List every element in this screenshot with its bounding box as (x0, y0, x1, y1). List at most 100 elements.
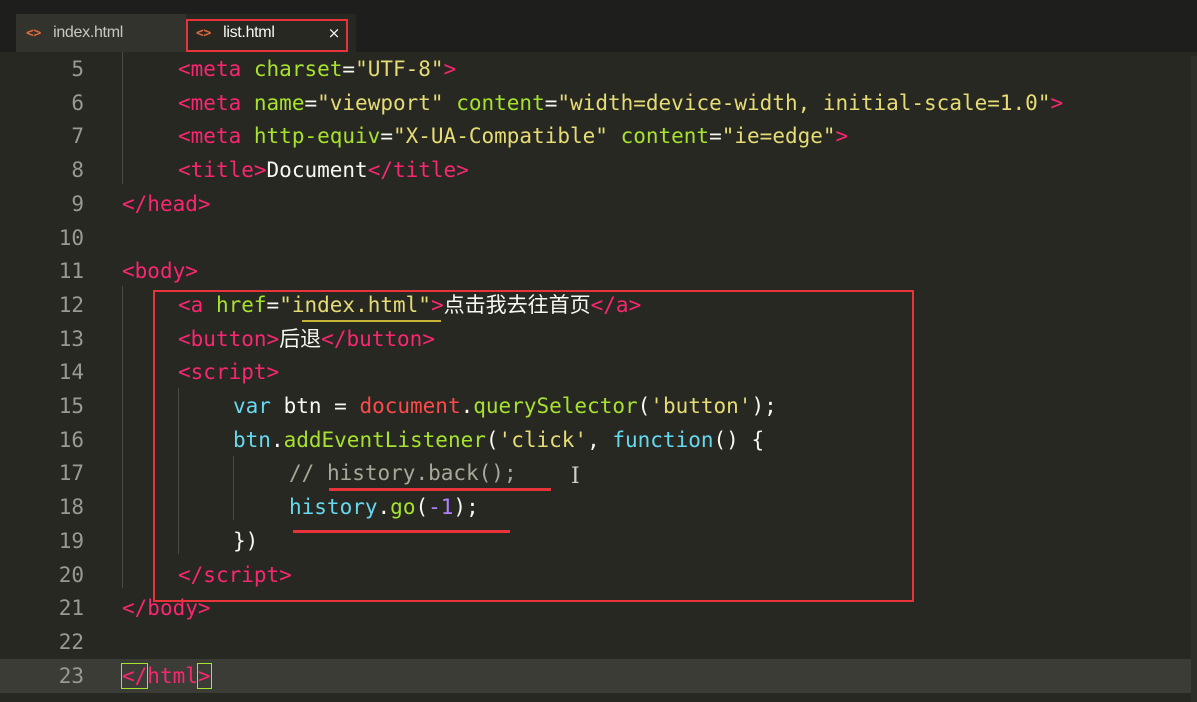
close-icon[interactable]: × (328, 24, 341, 42)
code-line[interactable]: 21 </body> (0, 591, 1197, 625)
code-token: body (134, 259, 186, 284)
code-token: = (544, 90, 558, 115)
code-token: </ (321, 326, 347, 351)
code-token: ); (453, 495, 479, 520)
code-token: > (430, 292, 444, 317)
code-token: > (835, 124, 849, 149)
code-token: < (122, 259, 135, 284)
code-line[interactable]: 14 <script> (0, 355, 1197, 389)
code-line[interactable]: 18 history.go(-1); (0, 490, 1197, 524)
code-token: </ (122, 191, 148, 216)
code-token: > (279, 562, 292, 587)
code-token: body (147, 596, 198, 621)
code-token: ); (751, 394, 777, 418)
line-number: 23 (58, 663, 84, 688)
line-number: 15 (58, 394, 84, 418)
code-token: = (342, 57, 356, 81)
code-text: <meta name="viewport" content="width=dev… (178, 86, 1063, 120)
code-token: > (197, 191, 211, 216)
code-token: = (709, 124, 722, 149)
code-text: }) (233, 524, 258, 558)
tab-label: list.html (223, 24, 275, 41)
code-token: meta (190, 57, 242, 81)
code-token: http-equiv (253, 124, 381, 149)
code-token: "width=device-width, initial-scale=1.0" (557, 90, 1051, 115)
code-token: < (178, 360, 191, 385)
code-token: title (392, 158, 457, 183)
tab-list-html[interactable]: <> list.html × (186, 14, 356, 52)
code-token: ( (415, 495, 429, 520)
code-line[interactable]: 5 <meta charset="UTF-8"> (0, 52, 1197, 86)
code-text: var btn = document.querySelector('button… (233, 389, 777, 423)
code-token: history (289, 495, 378, 520)
text-cursor-icon: I (571, 464, 580, 489)
code-line[interactable]: 11 <body> (0, 254, 1197, 288)
line-number: 20 (58, 562, 84, 587)
line-number: 6 (71, 90, 84, 115)
code-token: > (197, 596, 211, 621)
code-editor[interactable]: 5 <meta charset="UTF-8"> 6 <meta name="view… (0, 52, 1197, 702)
code-line[interactable]: 10 (0, 221, 1197, 255)
code-line[interactable]: 12 <a href="index.html">点击我去往首页</a> (0, 288, 1197, 322)
code-token: title (190, 158, 254, 183)
code-token: < (178, 292, 191, 317)
code-token: charset (253, 57, 343, 81)
code-token: > (196, 662, 212, 689)
code-text: <meta charset="UTF-8"> (178, 52, 456, 86)
code-token: a (615, 292, 629, 317)
code-token: 后退 (279, 326, 322, 351)
code-line[interactable]: 6 <meta name="viewport" content="width=de… (0, 86, 1197, 120)
code-token: = (304, 90, 318, 115)
code-token: = (380, 124, 393, 149)
line-number: 22 (58, 629, 84, 654)
code-token: 点击我去往首页 (443, 292, 591, 317)
code-token: content (456, 90, 545, 115)
code-token: content (620, 124, 710, 149)
line-number: 9 (71, 191, 84, 216)
line-number: 17 (58, 461, 84, 486)
line-number: 14 (58, 360, 84, 385)
scrollbar[interactable] (1191, 56, 1197, 702)
line-number: 18 (58, 495, 84, 520)
code-token: 'click' (498, 427, 588, 452)
tab-index-html[interactable]: <> index.html (16, 14, 186, 52)
code-line[interactable]: 7 <meta http-equiv="X-UA-Compatible" cont… (0, 119, 1197, 153)
code-line[interactable]: 17 // history.back(); (0, 456, 1197, 490)
code-token: > (456, 158, 469, 183)
code-line[interactable]: 23 </html> (0, 658, 1197, 693)
code-token: button (190, 326, 267, 351)
code-token: meta (190, 90, 242, 115)
code-token: > (628, 292, 642, 317)
code-token: "UTF-8" (355, 57, 444, 81)
code-token: }) (233, 528, 259, 553)
line-number: 13 (58, 326, 84, 351)
code-icon: <> (26, 25, 42, 41)
code-line[interactable]: 19}) (0, 524, 1197, 558)
code-token: var (233, 394, 271, 418)
code-token: < (178, 90, 191, 115)
code-line[interactable]: 13 <button>后退</button> (0, 322, 1197, 356)
code-token: , (587, 427, 613, 452)
line-number: 8 (71, 158, 84, 183)
code-token: script (190, 360, 267, 385)
code-text: </script> (178, 558, 292, 592)
code-line[interactable]: 20 </script> (0, 558, 1197, 592)
code-text: <button>后退</button> (178, 322, 435, 356)
code-token: < (178, 124, 191, 149)
code-line[interactable]: 9 </head> (0, 187, 1197, 221)
code-token: go (390, 495, 416, 520)
code-line[interactable]: 16 btn.addEventListener('click', function… (0, 423, 1197, 457)
code-token: < (178, 158, 191, 183)
annotation-underline (329, 488, 551, 491)
code-line[interactable]: 15 var btn = document.querySelector('butt… (0, 389, 1197, 423)
code-line[interactable]: 8 <title>Document</title> (0, 153, 1197, 187)
code-line[interactable]: 22 (0, 625, 1197, 659)
code-token: btn (233, 427, 271, 452)
link-underline (302, 320, 441, 322)
code-token: . (460, 394, 474, 418)
code-text: <body> (122, 254, 198, 288)
code-token: function (612, 427, 714, 452)
